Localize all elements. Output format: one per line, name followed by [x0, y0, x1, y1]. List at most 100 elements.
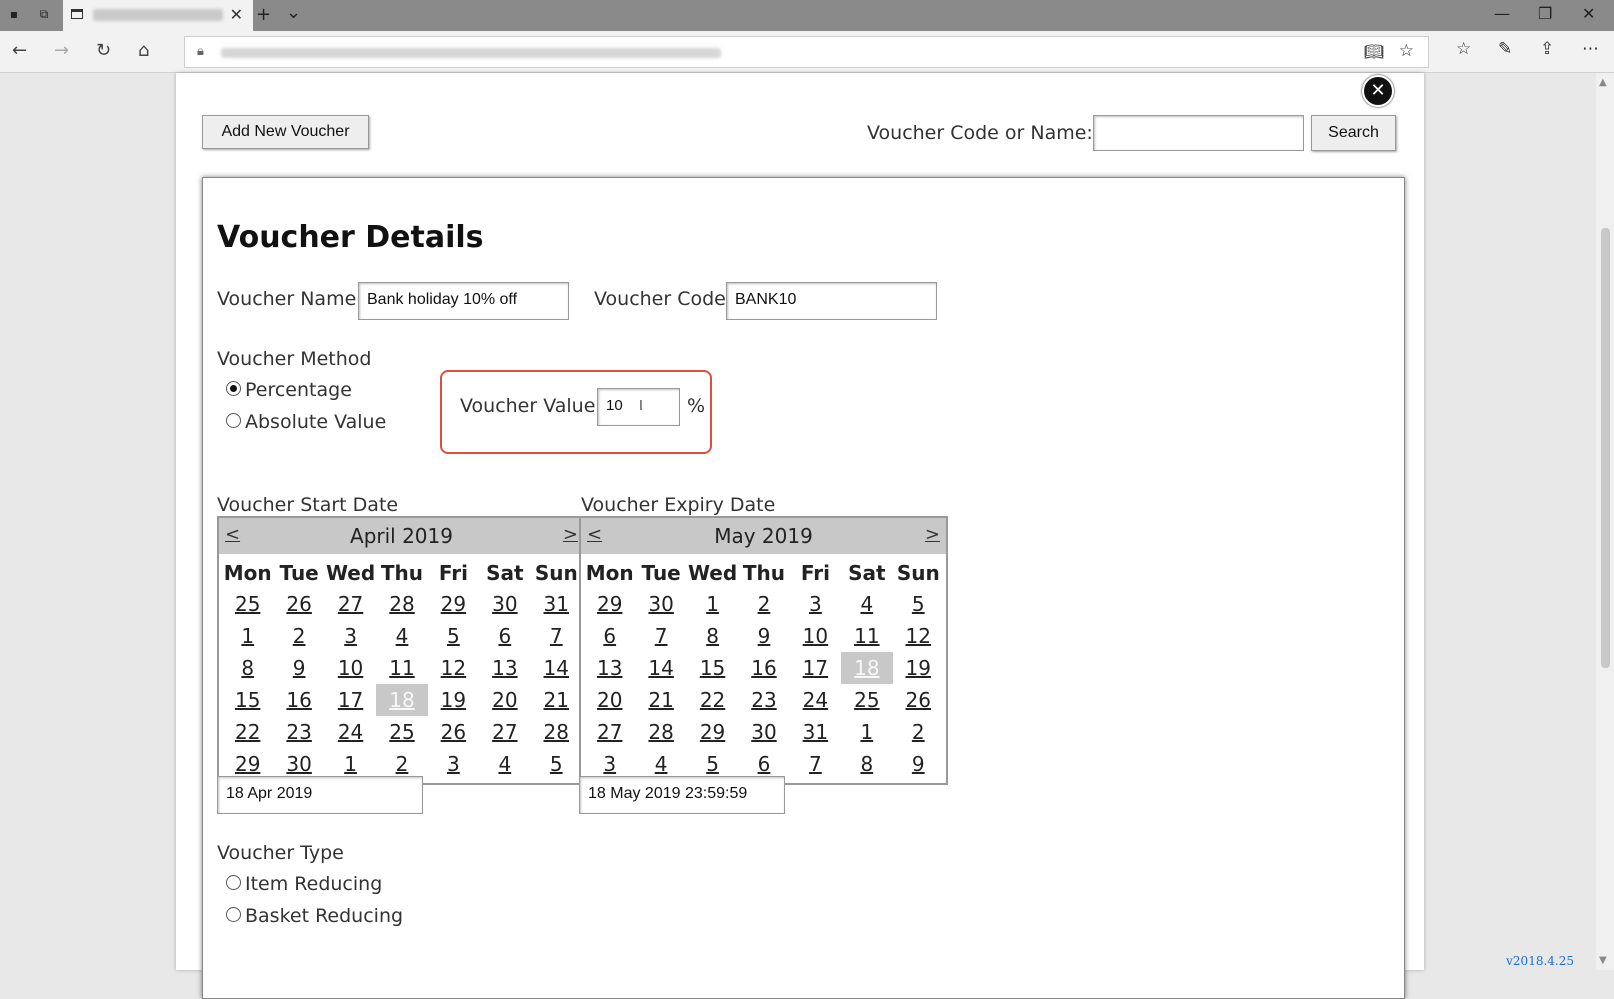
calendar-day-link[interactable]: 27 — [584, 716, 635, 748]
close-window-button[interactable]: ✕ — [1582, 4, 1595, 23]
calendar-day-link[interactable]: 4 — [479, 748, 530, 780]
calendar-day-link[interactable]: 13 — [584, 652, 635, 684]
calendar-day-link[interactable]: 15 — [687, 652, 738, 684]
calendar-day-link[interactable]: 16 — [738, 652, 789, 684]
calendar-day-link[interactable]: 3 — [325, 620, 376, 652]
calendar-day-link[interactable]: 13 — [479, 652, 530, 684]
item-reducing-radio[interactable] — [226, 875, 241, 890]
calendar-day-link[interactable]: 20 — [479, 684, 530, 716]
calendar-day-link[interactable]: 22 — [687, 684, 738, 716]
start-date-field[interactable]: 18 Apr 2019 — [217, 776, 423, 814]
calendar-day-link[interactable]: 31 — [531, 588, 582, 620]
calendar-day-link[interactable]: 29 — [584, 588, 635, 620]
calendar-day-link[interactable]: 3 — [428, 748, 479, 780]
calendar-day-link[interactable]: 7 — [531, 620, 582, 652]
scroll-down-arrow-icon[interactable]: ▼ — [1599, 955, 1607, 966]
calendar-day-link[interactable]: 15 — [222, 684, 273, 716]
browser-tab[interactable]: ✕ — [63, 0, 253, 31]
calendar-day-link[interactable]: 22 — [222, 716, 273, 748]
percentage-radio[interactable] — [226, 381, 241, 396]
calendar-day-link[interactable]: 30 — [738, 716, 789, 748]
calendar-day-link[interactable]: 4 — [376, 620, 427, 652]
calendar-day-link[interactable]: 17 — [790, 652, 841, 684]
calendar-day-link[interactable]: 3 — [790, 588, 841, 620]
new-tab-button[interactable]: + — [256, 4, 271, 25]
absolute-value-radio[interactable] — [226, 413, 241, 428]
calendar-day-link[interactable]: 21 — [635, 684, 686, 716]
set-aside-tabs-icon[interactable]: ⧉ — [36, 7, 52, 21]
page-scrollbar[interactable]: ▲ ▼ — [1596, 73, 1614, 970]
tab-close-icon[interactable]: ✕ — [230, 5, 243, 24]
calendar-day-link[interactable]: 10 — [790, 620, 841, 652]
calendar-day-link[interactable]: 24 — [790, 684, 841, 716]
scroll-up-arrow-icon[interactable]: ▲ — [1599, 77, 1607, 88]
calendar-day-link[interactable]: 26 — [273, 588, 324, 620]
calendar-day-link[interactable]: 12 — [428, 652, 479, 684]
basket-reducing-radio[interactable] — [226, 907, 241, 922]
calendar-day-link[interactable]: 24 — [325, 716, 376, 748]
calendar-day-link[interactable]: 20 — [584, 684, 635, 716]
restore-button[interactable]: ❐ — [1538, 4, 1552, 23]
back-arrow-icon[interactable]: ← — [12, 40, 27, 61]
calendar-day-link[interactable]: 12 — [893, 620, 944, 652]
calendar-day-link[interactable]: 30 — [479, 588, 530, 620]
calendar-day-link[interactable]: 14 — [531, 652, 582, 684]
reading-view-icon[interactable]: 📖︎ — [1364, 42, 1384, 61]
more-icon[interactable]: ⋯ — [1582, 39, 1599, 59]
address-bar[interactable]: 🔒︎ 📖︎ ☆ — [184, 36, 1429, 68]
calendar-day-link[interactable]: 28 — [635, 716, 686, 748]
favorites-icon[interactable]: ☆ — [1456, 39, 1471, 59]
calendar-day-link[interactable]: 9 — [738, 620, 789, 652]
voucher-name-field[interactable]: Bank holiday 10% off — [358, 282, 569, 320]
calendar-day-link[interactable]: 18 — [376, 684, 428, 716]
calendar-day-link[interactable]: 16 — [273, 684, 324, 716]
close-icon[interactable]: ✕ — [1362, 75, 1394, 107]
calendar-day-link[interactable]: 2 — [738, 588, 789, 620]
calendar-day-link[interactable]: 8 — [841, 748, 892, 780]
calendar-day-link[interactable]: 11 — [841, 620, 892, 652]
calendar-day-link[interactable]: 8 — [222, 652, 273, 684]
calendar-day-link[interactable]: 14 — [635, 652, 686, 684]
expiry-date-field[interactable]: 18 May 2019 23:59:59 — [579, 776, 785, 814]
calendar-day-link[interactable]: 1 — [222, 620, 273, 652]
calendar-day-link[interactable]: 7 — [635, 620, 686, 652]
calendar-day-link[interactable]: 11 — [376, 652, 427, 684]
calendar-day-link[interactable]: 10 — [325, 652, 376, 684]
forward-arrow-icon[interactable]: → — [54, 40, 69, 61]
voucher-value-field[interactable]: 10 I — [597, 388, 680, 426]
calendar-day-link[interactable]: 5 — [428, 620, 479, 652]
calendar-day-link[interactable]: 2 — [273, 620, 324, 652]
tab-list-icon[interactable]: ⌄ — [286, 2, 301, 23]
calendar-day-link[interactable]: 23 — [273, 716, 324, 748]
calendar-day-link[interactable]: 28 — [531, 716, 582, 748]
calendar-day-link[interactable]: 29 — [428, 588, 479, 620]
calendar-day-link[interactable]: 21 — [531, 684, 582, 716]
calendar-day-link[interactable]: 27 — [479, 716, 530, 748]
calendar-day-link[interactable]: 5 — [893, 588, 944, 620]
refresh-icon[interactable]: ↻ — [96, 40, 111, 61]
calendar-day-link[interactable]: 7 — [790, 748, 841, 780]
calendar-day-link[interactable]: 26 — [893, 684, 944, 716]
calendar-day-link[interactable]: 19 — [428, 684, 479, 716]
minimize-button[interactable]: — — [1494, 4, 1510, 23]
favorite-star-icon[interactable]: ☆ — [1399, 41, 1414, 61]
calendar-day-link[interactable]: 17 — [325, 684, 376, 716]
calendar-day-link[interactable]: 29 — [687, 716, 738, 748]
calendar-day-link[interactable]: 28 — [376, 588, 427, 620]
calendar-day-link[interactable]: 9 — [893, 748, 944, 780]
calendar-day-link[interactable]: 27 — [325, 588, 376, 620]
calendar-day-link[interactable]: 8 — [687, 620, 738, 652]
calendar-day-link[interactable]: 6 — [584, 620, 635, 652]
calendar-day-link[interactable]: 30 — [635, 588, 686, 620]
calendar-day-link[interactable]: 1 — [687, 588, 738, 620]
search-button[interactable]: Search — [1311, 115, 1396, 151]
calendar-day-link[interactable]: 25 — [841, 684, 892, 716]
calendar-day-link[interactable]: 1 — [841, 716, 892, 748]
calendar-day-link[interactable]: 25 — [222, 588, 273, 620]
next-month-link[interactable]: > — [563, 524, 578, 545]
calendar-day-link[interactable]: 6 — [479, 620, 530, 652]
calendar-day-link[interactable]: 9 — [273, 652, 324, 684]
calendar-day-link[interactable]: 2 — [893, 716, 944, 748]
next-month-link[interactable]: > — [925, 524, 940, 545]
calendar-day-link[interactable]: 25 — [376, 716, 427, 748]
